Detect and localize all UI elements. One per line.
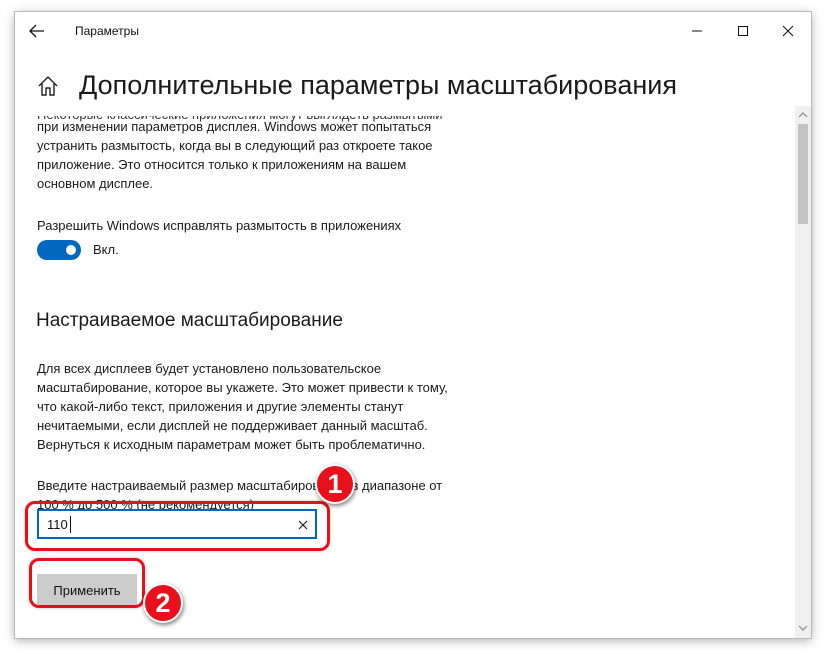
scaling-description-line: нечитаемыми, если дисплей не поддерживае…	[37, 418, 428, 433]
intro-text-line: основном дисплее.	[37, 176, 154, 191]
toggle-knob	[66, 245, 76, 255]
home-icon	[38, 76, 58, 96]
arrow-left-icon	[29, 24, 44, 38]
scroll-up-icon[interactable]	[798, 111, 808, 119]
maximize-button[interactable]	[720, 12, 766, 50]
minimize-icon	[692, 30, 702, 32]
scroll-down-icon[interactable]	[798, 624, 808, 632]
back-button[interactable]	[25, 20, 51, 42]
custom-scaling-heading: Настраиваемое масштабирование	[36, 310, 343, 331]
close-button[interactable]	[765, 12, 811, 50]
vertical-scrollbar[interactable]	[795, 106, 811, 638]
intro-text-line: при изменении параметров дисплея. Window…	[37, 119, 432, 134]
annotation-badge: 2	[143, 583, 183, 623]
page-title: Дополнительные параметры масштабирования	[79, 70, 677, 100]
blur-fix-toggle[interactable]	[37, 240, 81, 260]
home-button[interactable]	[36, 74, 60, 98]
scaling-description-line: масштабирование, которое вы укажете. Это…	[37, 380, 448, 395]
scaling-description-line: Для всех дисплеев будет установлено поль…	[37, 361, 382, 376]
intro-text-line: приложение. Это относится только к прило…	[37, 157, 407, 172]
annotation-badge: 1	[315, 464, 355, 504]
window-title: Параметры	[75, 24, 139, 38]
scrollbar-thumb[interactable]	[798, 124, 808, 224]
intro-text-line: устранить размытость, когда вы в следующ…	[37, 138, 433, 153]
toggle-state-label: Вкл.	[93, 242, 119, 257]
minimize-button[interactable]	[674, 12, 720, 50]
annotation-highlight-apply	[29, 558, 145, 608]
close-icon	[782, 25, 794, 37]
scaling-description-line: что какой-либо текст, приложения и други…	[37, 399, 404, 414]
maximize-icon	[738, 26, 748, 36]
scaling-description-line: Вернуться к исходным параметрам может бы…	[37, 437, 426, 452]
scaling-input-label: Введите настраиваемый размер масштабиров…	[37, 478, 443, 493]
blur-fix-setting-label: Разрешить Windows исправлять размытость …	[37, 218, 402, 233]
title-bar: Параметры	[15, 12, 811, 50]
annotation-highlight-input	[25, 501, 330, 551]
